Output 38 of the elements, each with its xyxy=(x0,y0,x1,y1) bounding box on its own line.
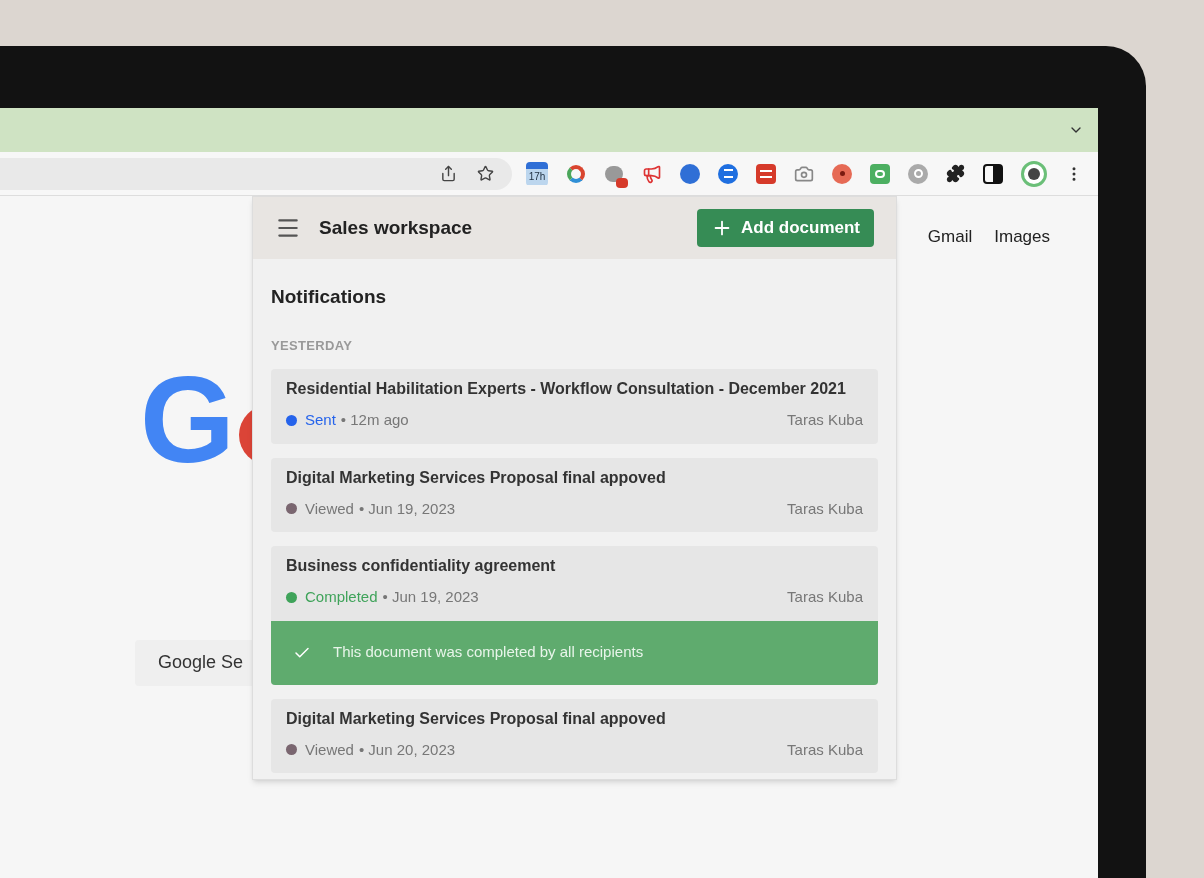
notification-card[interactable]: Residential Habilitation Experts - Workflow Consultation - December 2021 Sent • 12m ago Taras Kuba xyxy=(271,369,878,444)
star-icon[interactable] xyxy=(477,165,494,182)
date-text: • 12m ago xyxy=(340,410,409,430)
stack-extension-icon[interactable] xyxy=(756,163,776,184)
tile-extension-icon[interactable] xyxy=(870,163,890,184)
profile-avatar-icon[interactable] xyxy=(1021,160,1047,187)
status-text: Viewed xyxy=(305,498,354,519)
document-title: Digital Marketing Services Proposal final appoved xyxy=(286,467,667,488)
author-name: Taras Kuba xyxy=(787,498,863,519)
banner-text: This document was completed by all recipients xyxy=(333,642,644,663)
popup-title: Sales workspace xyxy=(319,215,473,240)
notification-card[interactable]: Business confidentiality agreement Completed • Jun 19, 2023 Taras Kuba This document was completed by all recipients xyxy=(271,546,878,685)
document-title: Digital Marketing Services Proposal final appoved xyxy=(286,708,667,729)
document-title: Business confidentiality agreement xyxy=(286,556,557,576)
notification-card[interactable]: Digital Marketing Services Proposal final appoved Viewed • Jun 19, 2023 Taras Kuba xyxy=(271,457,878,532)
status-text: Completed xyxy=(305,587,378,607)
header-link[interactable]: Gmail xyxy=(927,224,973,250)
record-extension-icon[interactable] xyxy=(832,163,852,184)
document-title: Residential Habilitation Experts - Workflow Consultation - December 2021 xyxy=(286,379,847,399)
date-text: • Jun 19, 2023 xyxy=(358,498,456,519)
date-text: • Jun 19, 2023 xyxy=(382,587,479,607)
puzzle-icon[interactable] xyxy=(946,164,965,183)
author-name: Taras Kuba xyxy=(787,410,863,430)
header-link[interactable]: Images xyxy=(994,224,1050,250)
logo-letter: G xyxy=(140,369,235,470)
ring-extension-icon[interactable] xyxy=(566,163,586,184)
author-name: Taras Kuba xyxy=(787,587,863,607)
date-text: • Jun 20, 2023 xyxy=(358,739,456,760)
add-document-button[interactable]: Add document xyxy=(697,209,874,247)
share-icon[interactable] xyxy=(440,165,457,182)
author-name: Taras Kuba xyxy=(787,739,863,760)
notification-card[interactable]: Digital Marketing Services Proposal final appoved Viewed • Jun 20, 2023 Taras Kuba xyxy=(271,698,878,773)
side-panel-icon[interactable] xyxy=(983,163,1003,184)
megaphone-icon[interactable] xyxy=(642,163,662,184)
status-text: Viewed xyxy=(305,739,354,760)
status-text: Sent xyxy=(305,410,336,430)
section-label: YESTERDAY xyxy=(271,336,354,355)
notifications-heading: Notifications xyxy=(271,285,388,309)
